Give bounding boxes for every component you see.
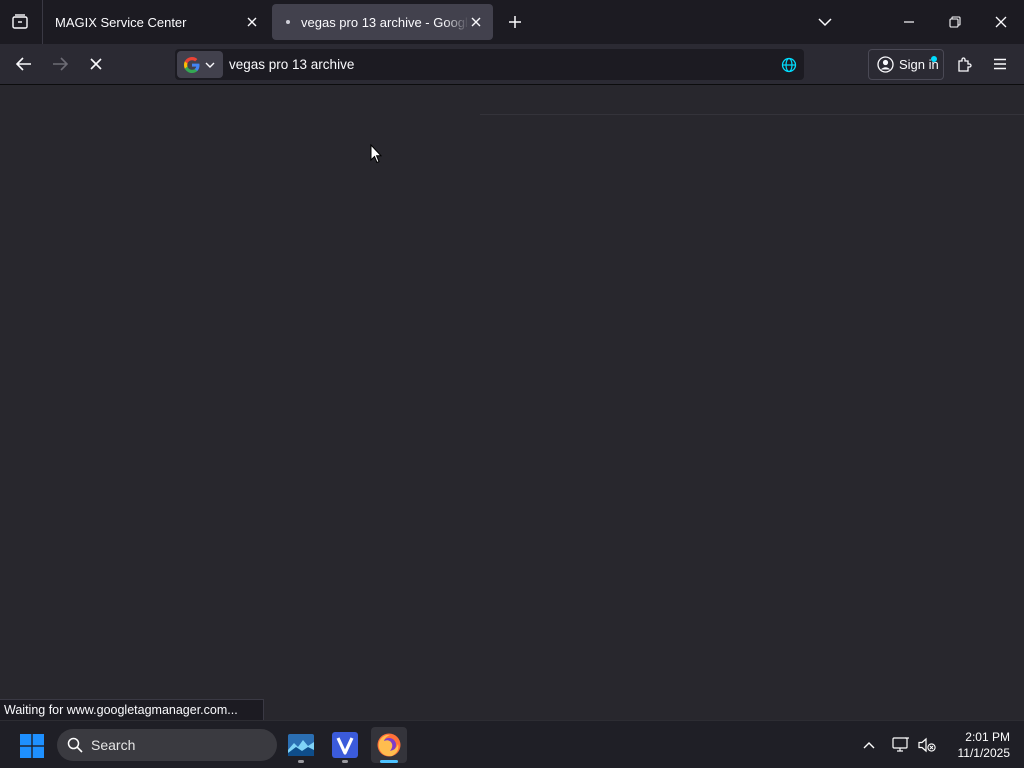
tab-magix-service-center[interactable]: MAGIX Service Center [44, 4, 270, 40]
navigation-toolbar: vegas pro 13 archive Sign in [0, 44, 1024, 85]
close-icon [471, 17, 481, 27]
tab-separator [42, 0, 43, 44]
search-engine-selector[interactable] [177, 51, 223, 78]
forward-arrow-icon [53, 57, 68, 71]
close-icon [995, 16, 1007, 28]
puzzle-piece-icon [958, 57, 972, 72]
photos-app-button[interactable] [283, 727, 319, 763]
sign-in-button[interactable]: Sign in [868, 49, 944, 80]
tab-title: MAGIX Service Center [55, 15, 187, 30]
back-button[interactable] [10, 50, 38, 78]
vegas-app-button[interactable] [327, 727, 363, 763]
photos-app-icon [288, 734, 314, 756]
clock-time: 2:01 PM [965, 730, 1010, 744]
restore-button[interactable] [941, 8, 969, 36]
chevron-up-icon [863, 742, 875, 749]
volume-muted-icon [918, 737, 936, 753]
account-icon [877, 56, 894, 73]
search-icon [67, 737, 83, 753]
tab-title: vegas pro 13 archive - Google Search [301, 15, 469, 30]
stop-loading-button[interactable] [82, 50, 110, 78]
taskbar-search[interactable]: Search [57, 729, 277, 761]
new-tab-button[interactable] [503, 10, 527, 34]
firefox-view-button[interactable] [6, 8, 34, 36]
firefox-app-button[interactable] [371, 727, 407, 763]
restore-icon [949, 16, 961, 28]
translate-button[interactable] [779, 55, 799, 75]
minimize-icon [904, 21, 914, 23]
tab-close-button[interactable] [468, 14, 484, 30]
notification-dot [931, 56, 937, 62]
taskbar-clock[interactable]: 2:01 PM 11/1/2025 [940, 729, 1011, 761]
firefox-view-icon [12, 14, 28, 29]
close-window-button[interactable] [987, 8, 1015, 36]
network-button[interactable] [891, 735, 911, 755]
chevron-down-icon [818, 18, 832, 27]
volume-button[interactable] [917, 735, 937, 755]
forward-button[interactable] [46, 50, 74, 78]
vegas-app-icon [332, 732, 358, 758]
mouse-cursor-icon [370, 144, 382, 164]
search-label: Search [91, 737, 136, 753]
network-icon [892, 737, 909, 752]
app-running-indicator [298, 760, 304, 763]
extensions-button[interactable] [951, 50, 979, 78]
page-content [0, 85, 1024, 720]
url-input-text[interactable]: vegas pro 13 archive [229, 57, 354, 72]
clock-date: 11/1/2025 [957, 746, 1011, 760]
minimize-button[interactable] [895, 8, 923, 36]
app-running-indicator [342, 760, 348, 763]
tab-close-button[interactable] [244, 14, 260, 30]
url-bar[interactable]: vegas pro 13 archive [175, 49, 804, 80]
tab-google-search[interactable]: vegas pro 13 archive - Google Search [272, 4, 493, 40]
google-g-icon [184, 56, 200, 73]
divider [480, 114, 1024, 115]
chevron-down-icon [205, 62, 215, 68]
status-bar: Waiting for www.googletagmanager.com... [0, 699, 264, 721]
tab-bar: MAGIX Service Center vegas pro 13 archiv… [0, 0, 1024, 44]
firefox-app-icon [377, 733, 401, 757]
globe-icon [781, 57, 797, 73]
plus-icon [509, 16, 521, 28]
windows-start-icon[interactable] [20, 734, 44, 758]
taskbar: Search 2:01 PM 11/1/2025 [0, 720, 1024, 768]
stop-icon [90, 58, 102, 70]
loading-indicator-icon [286, 20, 290, 24]
show-hidden-icons-button[interactable] [859, 735, 879, 755]
close-icon [247, 17, 257, 27]
back-arrow-icon [16, 57, 31, 71]
list-all-tabs-button[interactable] [811, 8, 839, 36]
app-active-indicator [380, 760, 398, 763]
hamburger-menu-icon [994, 58, 1006, 70]
app-menu-button[interactable] [986, 50, 1014, 78]
